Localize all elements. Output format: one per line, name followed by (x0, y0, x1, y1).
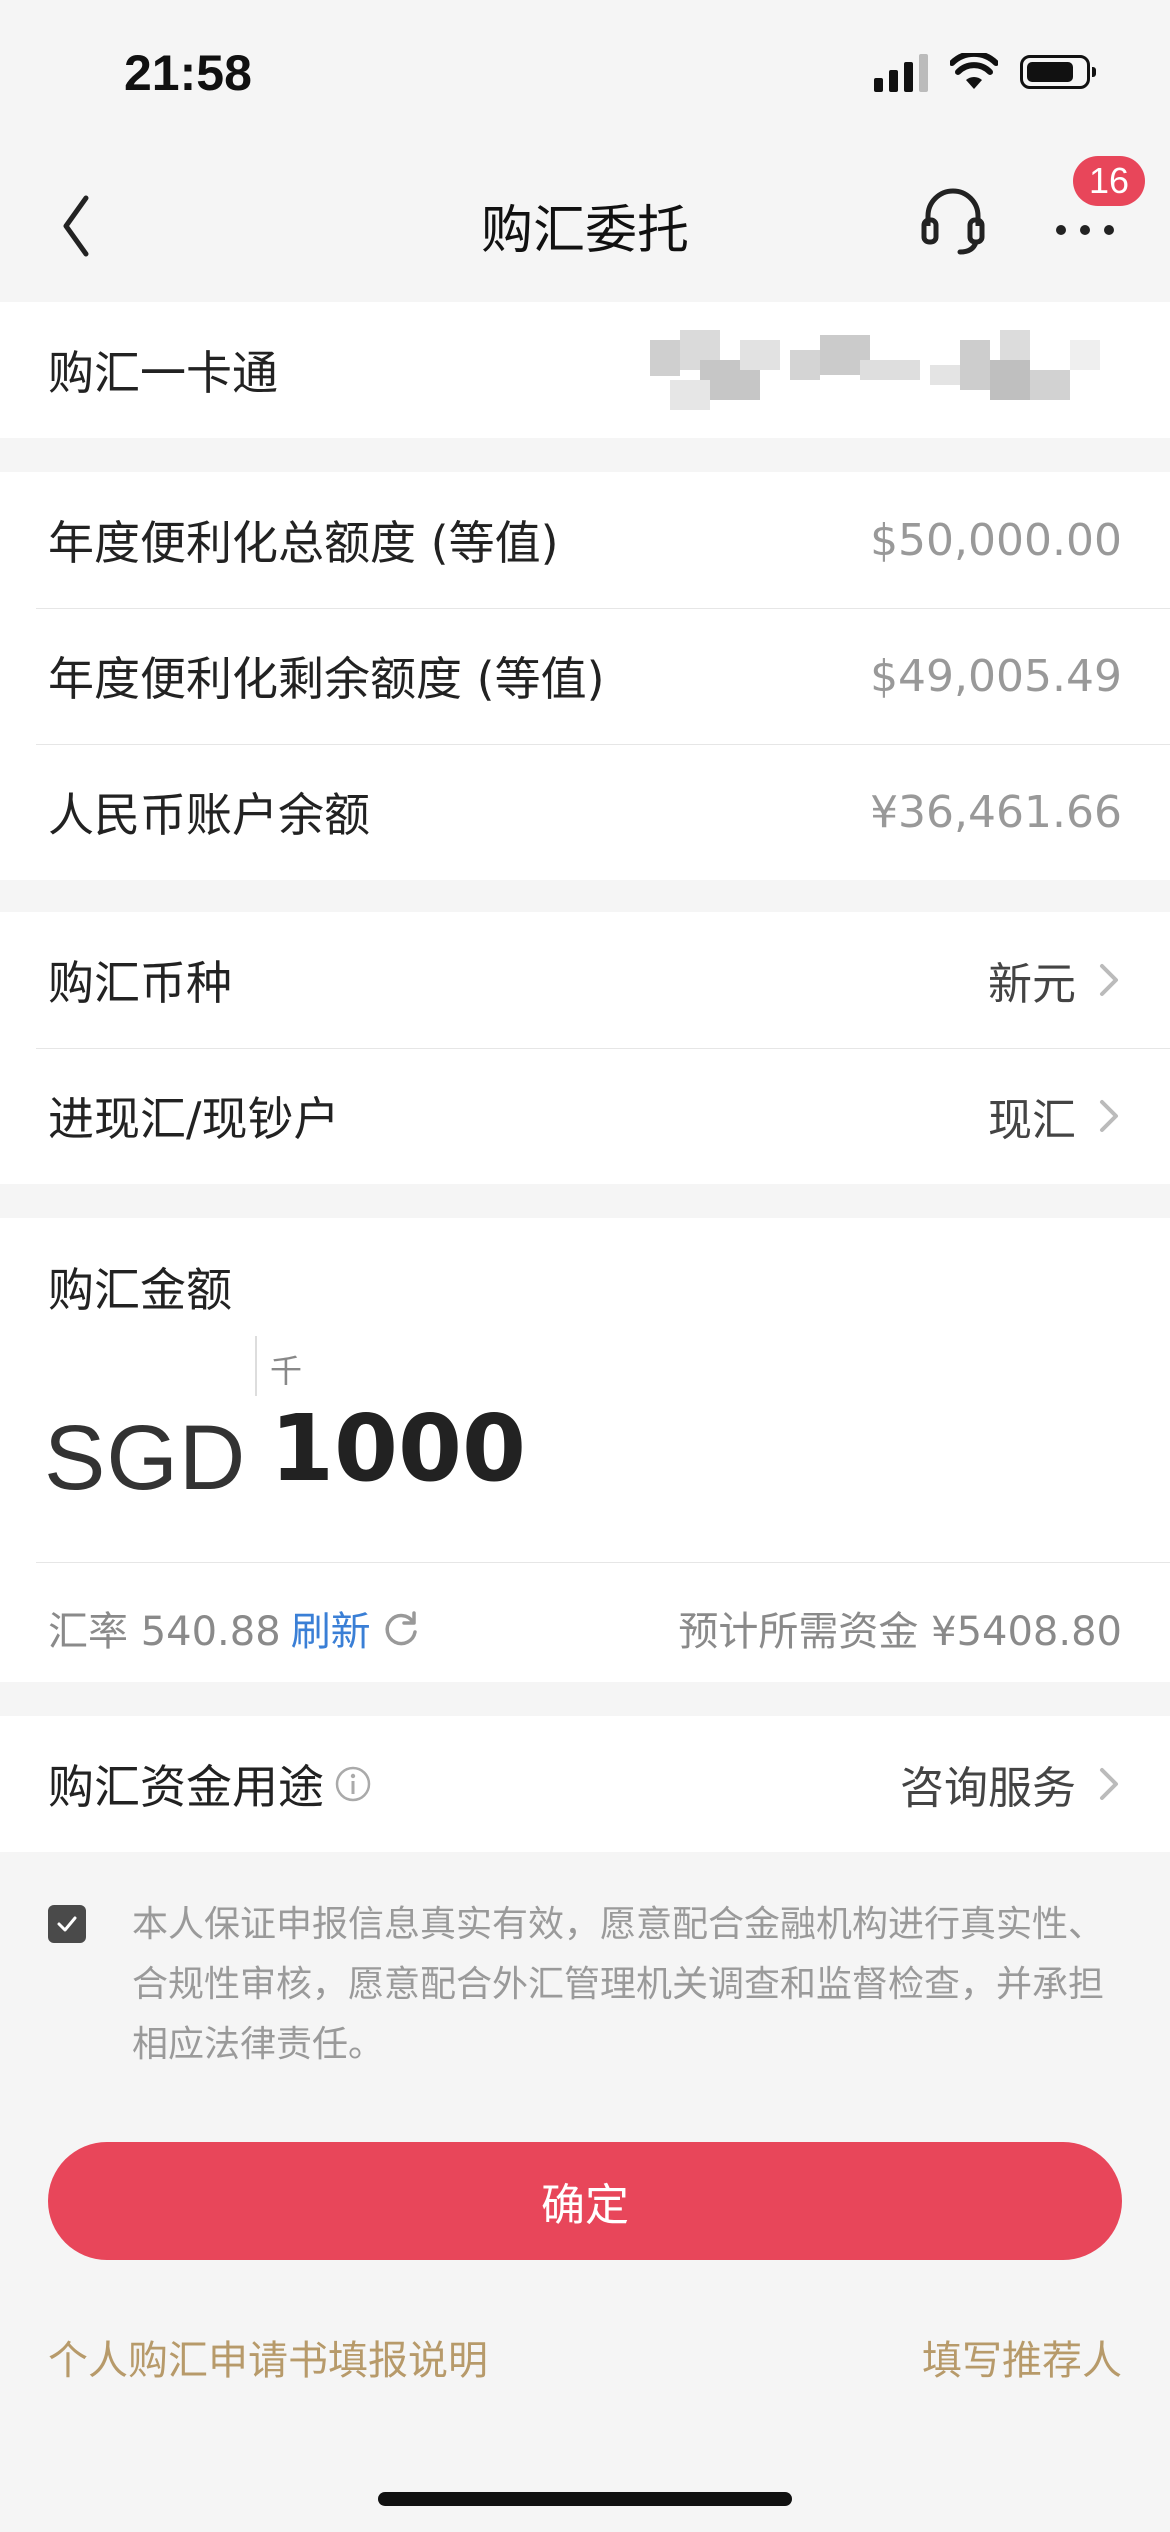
quota-row: 年度便利化剩余额度 (等值) $49,005.49 (0, 608, 1170, 744)
masked-card-number (650, 330, 1100, 410)
chevron-right-icon (1100, 1768, 1118, 1800)
purpose-label: 购汇资金用途 (48, 1760, 324, 1814)
notification-badge: 16 (1073, 156, 1145, 206)
purpose-value: 咨询服务 (900, 1763, 1076, 1814)
wifi-icon (950, 53, 998, 89)
refresh-rate-link[interactable]: 刷新 (291, 1599, 371, 1657)
divider (36, 1562, 1170, 1563)
currency-code: SGD (44, 1407, 247, 1509)
battery-icon (1020, 55, 1096, 89)
chevron-right-icon (1100, 964, 1118, 996)
chevron-right-icon (1100, 1100, 1118, 1132)
status-icons (874, 52, 1096, 92)
quota-remaining-label: 年度便利化剩余额度 (等值) (48, 652, 605, 706)
card-label: 购汇一卡通 (48, 346, 278, 400)
declaration-checkbox[interactable] (48, 1905, 86, 1943)
declaration-text: 本人保证申报信息真实有效，愿意配合金融机构进行真实性、合规性审核，愿意配合外汇管… (132, 1904, 1105, 2065)
quota-row: 人民币账户余额 ¥36,461.66 (0, 744, 1170, 880)
quota-total-value: $50,000.00 (870, 514, 1122, 566)
purpose-label-group: 购汇资金用途 (48, 1751, 372, 1817)
currency-selector[interactable]: 购汇币种 新元 (0, 912, 1170, 1048)
application-guide-link[interactable]: 个人购汇申请书填报说明 (48, 2328, 488, 2386)
unit-divider (255, 1336, 257, 1396)
cellular-signal-icon (874, 52, 928, 92)
add-referrer-link[interactable]: 填写推荐人 (922, 2328, 1122, 2386)
purpose-selector[interactable]: 购汇资金用途 咨询服务 (0, 1716, 1170, 1852)
options-section: 购汇币种 新元 进现汇/现钞户 现汇 (0, 912, 1170, 1184)
quota-total-label: 年度便利化总额度 (等值) (48, 516, 559, 570)
exchange-rate: 汇率 540.88 (48, 1609, 281, 1655)
account-type-selector[interactable]: 进现汇/现钞户 现汇 (0, 1048, 1170, 1184)
refresh-icon[interactable] (381, 1608, 421, 1648)
quota-remaining-value: $49,005.49 (870, 650, 1122, 702)
nav-bar: 购汇委托 (0, 150, 1170, 300)
info-icon[interactable] (334, 1765, 372, 1803)
rate-row: 汇率 540.88 刷新 预计所需资金 ¥5408.80 (48, 1588, 1122, 1668)
amount-input[interactable] (270, 1388, 970, 1508)
purpose-section: 购汇资金用途 咨询服务 (0, 1716, 1170, 1852)
confirm-button[interactable]: 确定 (48, 2142, 1122, 2260)
quota-section: 年度便利化总额度 (等值) $50,000.00 年度便利化剩余额度 (等值) … (0, 472, 1170, 880)
amount-label: 购汇金额 (48, 1263, 232, 1317)
status-bar: 21:58 (0, 0, 1170, 150)
rmb-balance-label: 人民币账户余额 (48, 788, 370, 842)
headset-icon[interactable] (918, 176, 988, 256)
estimated-funds: 预计所需资金 ¥5408.80 (678, 1609, 1122, 1655)
account-type-value: 现汇 (988, 1095, 1076, 1146)
check-icon (57, 1916, 77, 1932)
currency-value: 新元 (988, 959, 1076, 1010)
quota-row: 年度便利化总额度 (等值) $50,000.00 (0, 472, 1170, 608)
declaration: 本人保证申报信息真实有效，愿意配合金融机构进行真实性、合规性审核，愿意配合外汇管… (48, 1895, 1128, 2075)
rmb-balance-value: ¥36,461.66 (870, 786, 1122, 838)
currency-label: 购汇币种 (48, 956, 232, 1010)
status-time: 21:58 (124, 45, 252, 101)
amount-section: 购汇金额 千 SGD 汇率 540.88 刷新 预计所需资金 ¥5408.80 (0, 1218, 1170, 1682)
page-title: 购汇委托 (480, 201, 689, 261)
home-indicator (378, 2492, 792, 2506)
amount-unit-hint: 千 (270, 1352, 303, 1390)
rate-info: 汇率 540.88 刷新 (48, 1599, 421, 1657)
account-type-label: 进现汇/现钞户 (48, 1092, 340, 1146)
